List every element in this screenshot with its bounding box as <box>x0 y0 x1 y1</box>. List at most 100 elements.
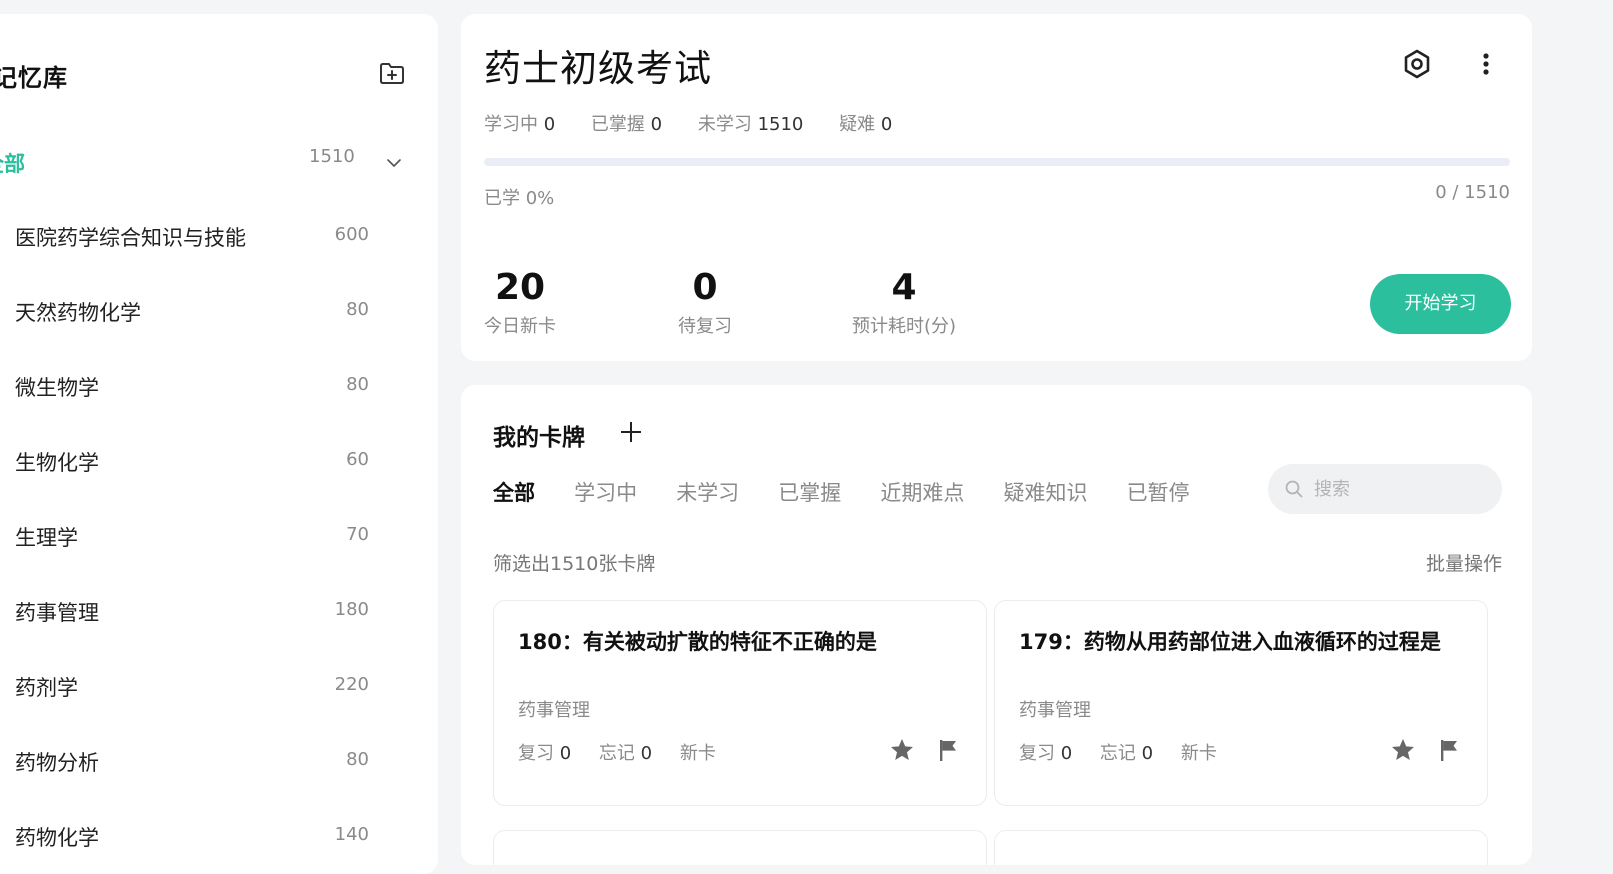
sidebar-item-physiology[interactable]: 生理学 70 <box>0 507 438 582</box>
flag-icon[interactable] <box>935 737 961 763</box>
card-forget-count: 忘记 0 <box>599 743 652 764</box>
tab-difficult-knowledge[interactable]: 疑难知识 <box>1003 477 1087 507</box>
sidebar-category-list: 医院药学综合知识与技能 600 天然药物化学 80 微生物学 80 生物化学 6… <box>0 207 438 874</box>
card-review-label: 复习 <box>1019 743 1055 764</box>
section-title: 我的卡牌 <box>493 425 585 451</box>
card-forget-count: 忘记 0 <box>1100 743 1153 764</box>
sidebar-item-microbiology[interactable]: 微生物学 80 <box>0 357 438 432</box>
sidebar-item-medicinal-chemistry[interactable]: 药物化学 140 <box>0 807 438 874</box>
card-status: 新卡 <box>1180 743 1217 764</box>
tab-paused[interactable]: 已暂停 <box>1127 477 1190 507</box>
tab-unlearned[interactable]: 未学习 <box>676 477 739 507</box>
metric-estimated-time: 4 预计耗时(分) <box>842 268 966 338</box>
folder-plus-icon[interactable] <box>377 58 407 88</box>
card-forget-value: 0 <box>1141 743 1154 764</box>
progress-label: 已学 0% <box>484 188 555 209</box>
batch-operation-button[interactable]: 批量操作 <box>1426 549 1502 576</box>
card-review-value: 0 <box>559 743 572 764</box>
start-learning-button[interactable]: 开始学习 <box>1370 274 1511 334</box>
search-box[interactable] <box>1268 464 1502 514</box>
card-question: 180：有关被动扩散的特征不正确的是 <box>518 630 877 654</box>
search-icon <box>1284 479 1304 499</box>
tab-recent-difficulties[interactable]: 近期难点 <box>880 477 964 507</box>
star-icon[interactable] <box>889 737 915 763</box>
sidebar-item-pharmacy-administration[interactable]: 药事管理 180 <box>0 582 438 657</box>
stat-difficult: 疑难 0 <box>839 114 892 135</box>
flashcard[interactable] <box>994 830 1488 865</box>
deck-title: 药士初级考试 <box>484 47 712 90</box>
stat-value: 1510 <box>757 114 804 135</box>
stat-value: 0 <box>880 114 893 135</box>
sidebar-item-pharmaceutical-analysis[interactable]: 药物分析 80 <box>0 732 438 807</box>
metric-label: 今日新卡 <box>484 316 556 337</box>
sidebar-header: 记忆库 <box>0 54 438 94</box>
card-forget-label: 忘记 <box>598 743 635 764</box>
tab-learning[interactable]: 学习中 <box>574 477 637 507</box>
filter-result-count: 筛选出1510张卡牌 <box>493 553 656 575</box>
metric-value: 0 <box>692 267 718 308</box>
sidebar-item-label: 药物分析 <box>15 751 99 775</box>
progress-count: 0 / 1510 <box>1435 182 1510 203</box>
sidebar-item-pharmaceutics[interactable]: 药剂学 220 <box>0 657 438 732</box>
sidebar-item-count: 220 <box>334 674 369 695</box>
card-category: 药事管理 <box>1019 700 1091 721</box>
sidebar-item-count: 70 <box>346 524 369 545</box>
stat-value: 0 <box>543 114 556 135</box>
card-review-label: 复习 <box>518 743 554 764</box>
card-review-count: 复习 0 <box>518 743 571 764</box>
metric-new-today: 20 今日新卡 <box>484 268 556 338</box>
sidebar-item-label: 医院药学综合知识与技能 <box>15 226 246 250</box>
sidebar-item-natural-medicinal-chemistry[interactable]: 天然药物化学 80 <box>0 282 438 357</box>
filter-tabs: 全部 学习中 未学习 已掌握 近期难点 疑难知识 已暂停 <box>493 477 1224 507</box>
card-review-value: 0 <box>1060 743 1073 764</box>
plus-icon[interactable] <box>618 419 644 445</box>
sidebar-item-hospital-pharmacy[interactable]: 医院药学综合知识与技能 600 <box>0 207 438 282</box>
card-review-count: 复习 0 <box>1019 743 1072 764</box>
tab-mastered[interactable]: 已掌握 <box>778 477 841 507</box>
flashcard[interactable]: 179：药物从用药部位进入血液循环的过程是 药事管理 复习 0 忘记 0 新卡 <box>994 600 1488 806</box>
card-status: 新卡 <box>679 743 716 764</box>
stat-mastered: 已掌握 0 <box>591 114 662 135</box>
card-forget-label: 忘记 <box>1099 743 1136 764</box>
settings-icon[interactable] <box>1401 48 1433 80</box>
deck-stats: 学习中 0 已掌握 0 未学习 1510 疑难 0 <box>484 110 922 136</box>
tab-all[interactable]: 全部 <box>493 477 535 507</box>
metric-label: 预计耗时(分) <box>851 316 957 337</box>
search-input[interactable] <box>1312 474 1492 504</box>
chevron-down-icon[interactable] <box>385 154 403 172</box>
sidebar-item-label: 天然药物化学 <box>15 301 141 325</box>
sidebar-item-biochemistry[interactable]: 生物化学 60 <box>0 432 438 507</box>
stat-unlearned: 未学习 1510 <box>698 114 804 135</box>
sidebar-item-count: 140 <box>334 824 369 845</box>
flashcard[interactable] <box>493 830 987 865</box>
star-icon[interactable] <box>1390 737 1416 763</box>
card-question: 179：药物从用药部位进入血液循环的过程是 <box>1019 630 1441 654</box>
sidebar-all-count: 1510 <box>309 146 355 167</box>
stat-label: 学习中 <box>484 114 538 135</box>
card-meta: 复习 0 忘记 0 新卡 <box>518 739 738 765</box>
my-cards-section: 我的卡牌 全部 学习中 未学习 已掌握 近期难点 疑难知识 已暂停 筛选出151… <box>461 385 1532 865</box>
sidebar-item-label: 生物化学 <box>15 451 99 475</box>
stat-label: 疑难 <box>839 114 876 135</box>
sidebar-item-count: 80 <box>346 299 369 320</box>
flashcard[interactable]: 180：有关被动扩散的特征不正确的是 药事管理 复习 0 忘记 0 新卡 <box>493 600 987 806</box>
sidebar-item-label: 微生物学 <box>15 376 99 400</box>
flag-icon[interactable] <box>1436 737 1462 763</box>
sidebar-item-count: 80 <box>346 374 369 395</box>
sidebar: 记忆库 全部 1510 医院药学综合知识与技能 600 天然药物化学 80 微 <box>0 14 438 874</box>
sidebar-item-count: 180 <box>334 599 369 620</box>
metric-value: 20 <box>494 267 546 308</box>
sidebar-item-count: 80 <box>346 749 369 770</box>
sidebar-item-label: 药事管理 <box>15 601 99 625</box>
progress-bar <box>484 158 1510 166</box>
sidebar-item-label: 药物化学 <box>15 826 99 850</box>
sidebar-item-all[interactable]: 全部 1510 <box>0 132 438 192</box>
more-vertical-icon[interactable] <box>1471 48 1501 80</box>
card-category: 药事管理 <box>518 700 590 721</box>
stat-value: 0 <box>650 114 663 135</box>
stat-label: 未学习 <box>697 114 752 135</box>
metric-to-review: 0 待复习 <box>669 268 741 338</box>
card-forget-value: 0 <box>640 743 653 764</box>
sidebar-item-count: 60 <box>346 449 369 470</box>
deck-overview-card: 药士初级考试 学习中 0 已掌握 0 未学习 1510 疑难 0 已学 0% 0… <box>461 14 1532 361</box>
